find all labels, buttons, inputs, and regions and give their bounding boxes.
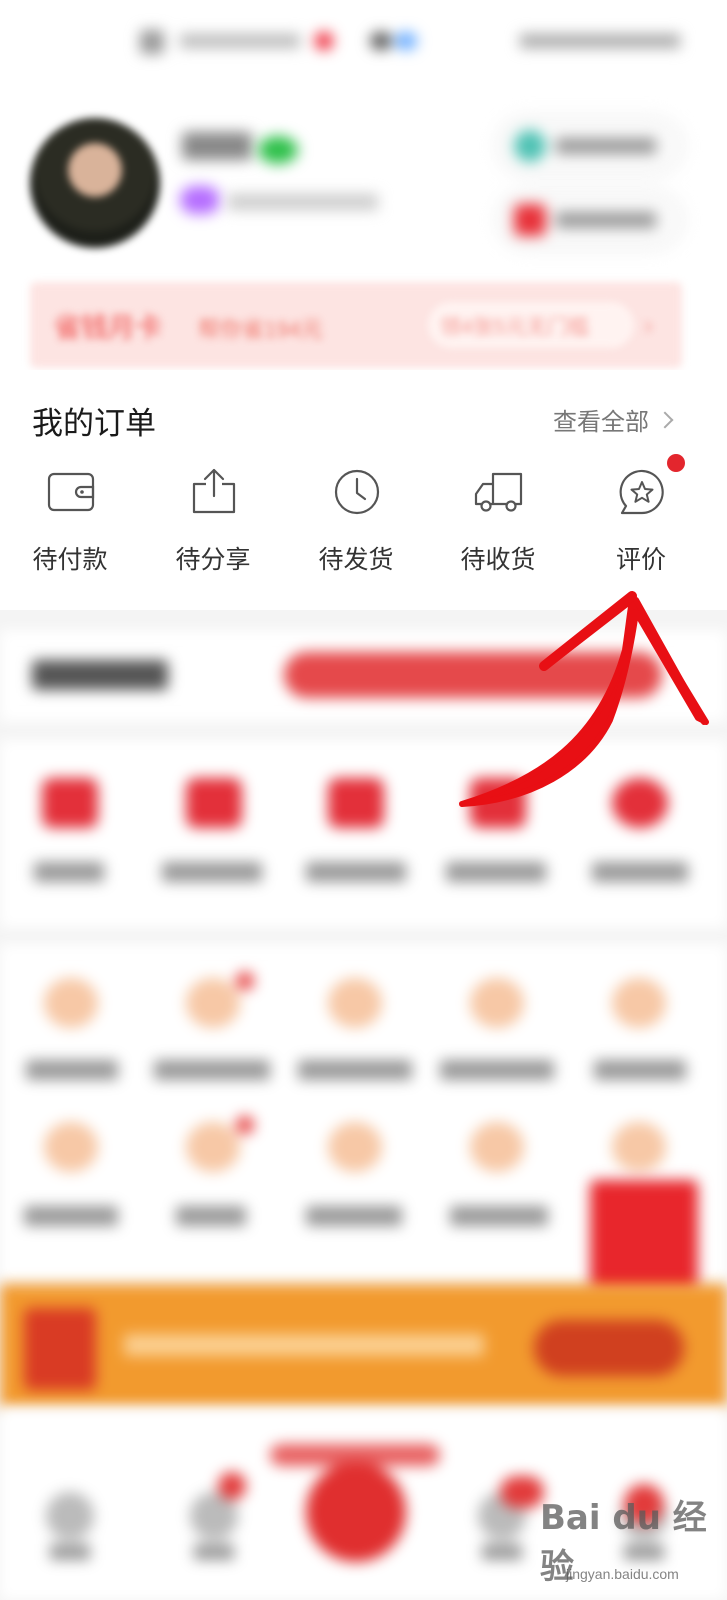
vip-icon bbox=[180, 186, 220, 214]
banner-action-button[interactable] bbox=[534, 1320, 684, 1376]
status-icon bbox=[370, 32, 392, 50]
status-bar bbox=[140, 22, 700, 62]
order-label: 待付款 bbox=[32, 546, 108, 574]
order-review[interactable]: 评价 bbox=[571, 466, 711, 586]
my-orders-section: 我的订单 查看全部 待付款 待分享 待发货 待收货 评价 bbox=[0, 370, 727, 610]
notification-badge bbox=[218, 1472, 246, 1500]
chevron-right-icon bbox=[656, 411, 674, 428]
tab-label bbox=[482, 1544, 522, 1560]
tab-home-icon[interactable] bbox=[46, 1492, 94, 1540]
order-pending-payment[interactable]: 待付款 bbox=[0, 466, 140, 586]
review-star-icon bbox=[619, 469, 664, 515]
banner-text bbox=[124, 1334, 484, 1356]
profile-action-label bbox=[556, 138, 656, 154]
tool-label bbox=[176, 1206, 246, 1226]
orders-title: 我的订单 bbox=[32, 406, 156, 441]
tool-label bbox=[24, 1206, 118, 1226]
tool-label bbox=[594, 1060, 686, 1080]
order-label: 待分享 bbox=[175, 546, 251, 574]
clock-icon bbox=[334, 469, 380, 515]
tool-icon[interactable] bbox=[328, 978, 382, 1028]
tool-label bbox=[26, 1060, 118, 1080]
tab-label bbox=[50, 1544, 90, 1560]
bargain-banner[interactable] bbox=[284, 652, 662, 698]
vip-text bbox=[228, 194, 378, 210]
service-icon[interactable] bbox=[42, 778, 98, 828]
tool-icon[interactable] bbox=[470, 1122, 524, 1172]
view-all-orders-link[interactable]: 查看全部 bbox=[553, 402, 674, 437]
bargain-title bbox=[32, 660, 168, 690]
wallet-icon bbox=[47, 472, 95, 512]
tab-label bbox=[194, 1544, 234, 1560]
status-icon bbox=[315, 32, 333, 50]
notification-badge bbox=[500, 1476, 544, 1508]
chevron-right-icon: › bbox=[644, 310, 653, 340]
status-icon bbox=[140, 30, 164, 54]
service-label bbox=[306, 862, 406, 882]
center-redpacket-tab[interactable] bbox=[306, 1462, 406, 1562]
profile-action-button[interactable] bbox=[500, 120, 680, 172]
tool-label bbox=[450, 1206, 548, 1226]
view-all-label: 查看全部 bbox=[553, 409, 649, 436]
redpacket-icon bbox=[514, 204, 546, 236]
service-label bbox=[162, 862, 262, 882]
promo-subtitle: 帮你省194元 bbox=[198, 317, 323, 342]
tool-icon[interactable] bbox=[612, 1122, 666, 1172]
service-icon[interactable] bbox=[328, 778, 384, 828]
tool-icon[interactable] bbox=[328, 1122, 382, 1172]
tool-icon[interactable] bbox=[612, 978, 666, 1028]
promo-coupon-button[interactable]: 领4张5元无门槛 bbox=[428, 302, 634, 348]
redpacket-icon bbox=[24, 1308, 96, 1390]
tool-icon[interactable] bbox=[186, 1122, 240, 1172]
notification-badge bbox=[236, 972, 254, 990]
bargain-section[interactable] bbox=[0, 630, 727, 722]
tool-icon[interactable] bbox=[186, 978, 240, 1028]
watermark-url: jingyan.baidu.com bbox=[566, 1566, 679, 1582]
tool-icon[interactable] bbox=[44, 978, 98, 1028]
avatar[interactable] bbox=[30, 118, 160, 248]
profile-action-button[interactable] bbox=[500, 194, 680, 246]
service-label bbox=[592, 862, 688, 882]
order-pending-receipt[interactable]: 待收货 bbox=[428, 466, 568, 586]
redpacket-banner[interactable] bbox=[0, 1284, 727, 1408]
tool-label bbox=[298, 1060, 412, 1080]
service-label bbox=[34, 862, 104, 882]
service-icon[interactable] bbox=[186, 778, 242, 828]
tool-label bbox=[154, 1060, 270, 1080]
tool-label bbox=[306, 1206, 402, 1226]
status-text bbox=[180, 34, 300, 48]
order-label: 待发货 bbox=[318, 546, 394, 574]
floating-redpacket-button[interactable] bbox=[590, 1180, 698, 1292]
tool-icon[interactable] bbox=[470, 978, 524, 1028]
notification-badge bbox=[236, 1116, 254, 1134]
order-pending-shipment[interactable]: 待发货 bbox=[286, 466, 426, 586]
service-label bbox=[446, 862, 546, 882]
wallet-icon bbox=[514, 130, 546, 162]
profile-action-label bbox=[556, 212, 656, 228]
status-text bbox=[520, 34, 680, 48]
notification-badge bbox=[667, 454, 685, 472]
tool-label bbox=[440, 1060, 554, 1080]
profile-header: 省钱月卡 帮你省194元 领4张5元无门槛 › bbox=[0, 0, 727, 370]
order-pending-share[interactable]: 待分享 bbox=[143, 466, 283, 586]
order-label: 评价 bbox=[615, 546, 666, 574]
service-grid-row bbox=[0, 740, 727, 928]
order-label: 待收货 bbox=[460, 546, 536, 574]
service-icon[interactable] bbox=[612, 778, 668, 828]
share-icon bbox=[192, 468, 236, 514]
status-icon bbox=[395, 32, 417, 50]
service-icon[interactable] bbox=[470, 778, 526, 828]
wechat-icon bbox=[258, 136, 298, 164]
truck-icon bbox=[474, 472, 523, 512]
promo-title: 省钱月卡 bbox=[54, 313, 162, 343]
tool-icon[interactable] bbox=[44, 1122, 98, 1172]
username bbox=[182, 132, 252, 160]
